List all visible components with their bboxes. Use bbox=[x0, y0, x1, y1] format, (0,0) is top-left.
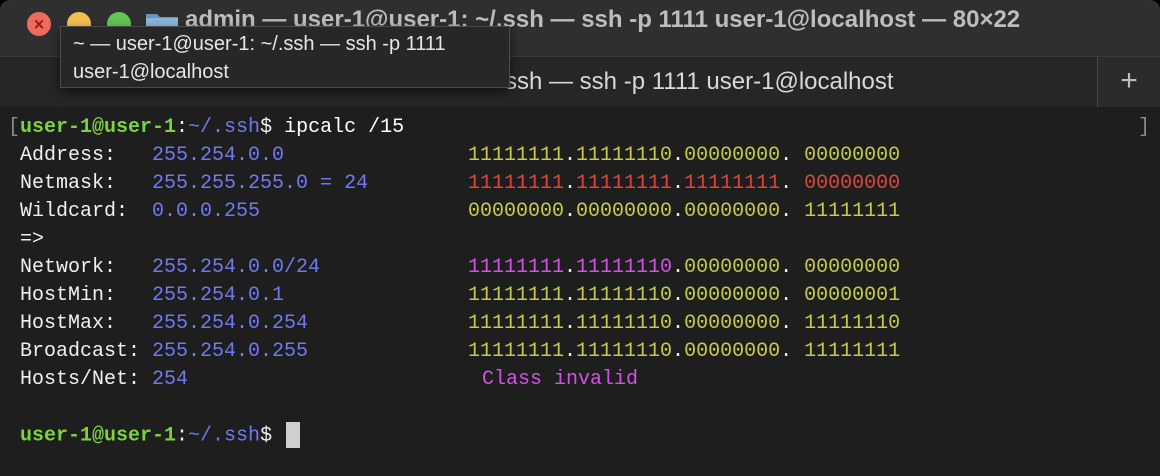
hostmax-b3: 00000000 bbox=[684, 312, 781, 335]
new-tab-button[interactable]: + bbox=[1097, 57, 1160, 107]
netmask-b4: 00000000 bbox=[804, 172, 901, 195]
hostmin-b2: 11111110 bbox=[576, 284, 673, 307]
arrow-row: => bbox=[20, 226, 44, 254]
hostmax-b1: 11111111 bbox=[468, 312, 565, 335]
title-tooltip: ~ — user-1@user-1: ~/.ssh — ssh -p 1111 … bbox=[60, 26, 510, 88]
hostmin-b4: 00000001 bbox=[804, 284, 901, 307]
network-b2: 11111110 bbox=[576, 256, 673, 279]
hostmax-b4: 11111110 bbox=[804, 312, 901, 335]
hostmax-value: 255.254.0.254 bbox=[152, 312, 309, 335]
network-label: Network: bbox=[20, 256, 153, 279]
address-b1: 11111111 bbox=[468, 144, 565, 167]
text-cursor bbox=[286, 422, 301, 448]
tooltip-line-2: user-1@localhost bbox=[73, 61, 229, 83]
netmask-b2: 11111111 bbox=[576, 172, 673, 195]
arrow-text: => bbox=[20, 228, 45, 251]
command-line: user-1@user-1:~/.ssh$ ipcalc /15 bbox=[20, 114, 404, 142]
wildcard-value: 0.0.0.255 bbox=[152, 200, 261, 223]
broadcast-label: Broadcast: bbox=[20, 340, 153, 363]
class-note: Class invalid bbox=[482, 368, 639, 391]
current-prompt-user: user-1@user-1 bbox=[20, 424, 177, 448]
prompt-dollar: $ bbox=[260, 116, 273, 139]
hostmin-label: HostMin: bbox=[20, 284, 153, 307]
prompt-path: ~/.ssh bbox=[188, 116, 261, 139]
plus-icon: + bbox=[1120, 64, 1138, 97]
network-b4: 00000000 bbox=[804, 256, 901, 279]
current-prompt-path: ~/.ssh bbox=[188, 424, 261, 448]
prompt-user: user-1@user-1 bbox=[20, 116, 177, 139]
hostmax-label: HostMax: bbox=[20, 312, 153, 335]
broadcast-row: Broadcast: 255.254.0.255 11111111.1111111… bbox=[20, 340, 901, 363]
hostmin-b1: 11111111 bbox=[468, 284, 565, 307]
network-row: Network: 255.254.0.0/24 11111111.11111110… bbox=[20, 256, 901, 279]
terminal-window: × admin — user-1@user-1: ~/.ssh — ssh -p… bbox=[0, 0, 1160, 476]
address-label: Address: bbox=[20, 144, 153, 167]
hosts-value: 254 bbox=[152, 368, 189, 391]
hostmin-value: 255.254.0.1 bbox=[152, 284, 285, 307]
netmask-b1: 11111111 bbox=[468, 172, 565, 195]
current-prompt-dollar: $ bbox=[260, 424, 273, 448]
prompt-colon: : bbox=[176, 116, 189, 139]
wildcard-b3: 00000000 bbox=[684, 200, 781, 223]
hosts-label: Hosts/Net: bbox=[20, 368, 153, 391]
wildcard-row: Wildcard: 0.0.0.255 00000000.00000000.000… bbox=[20, 200, 901, 223]
netmask-b3: 11111111 bbox=[684, 172, 781, 195]
wildcard-b4: 11111111 bbox=[804, 200, 901, 223]
left-bracket: [ bbox=[8, 116, 21, 139]
hostmax-b2: 11111110 bbox=[576, 312, 673, 335]
hosts-row: Hosts/Net: 254 Class invalid bbox=[20, 366, 638, 394]
address-value: 255.254.0.0 bbox=[152, 144, 285, 167]
wildcard-b2: 00000000 bbox=[576, 200, 673, 223]
network-b1: 11111111 bbox=[468, 256, 565, 279]
broadcast-b3: 00000000 bbox=[684, 340, 781, 363]
netmask-row: Netmask: 255.255.255.0 = 24 11111111.1111… bbox=[20, 172, 901, 195]
hostmin-b3: 00000000 bbox=[684, 284, 781, 307]
current-prompt-colon: : bbox=[176, 424, 189, 448]
address-b4: 00000000 bbox=[804, 144, 901, 167]
netmask-value: 255.255.255.0 = 24 bbox=[152, 172, 369, 195]
address-b3: 00000000 bbox=[684, 144, 781, 167]
broadcast-b2: 11111110 bbox=[576, 340, 673, 363]
broadcast-b4: 11111111 bbox=[804, 340, 901, 363]
broadcast-value: 255.254.0.255 bbox=[152, 340, 309, 363]
command-text: ipcalc /15 bbox=[284, 116, 405, 139]
hostmin-row: HostMin: 255.254.0.1 11111111.11111110.00… bbox=[20, 284, 901, 307]
terminal-output[interactable]: [ ] user-1@user-1:~/.ssh$ ipcalc /15 Add… bbox=[0, 107, 1160, 476]
netmask-label: Netmask: bbox=[20, 172, 153, 195]
tooltip-line-1: ~ — user-1@user-1: ~/.ssh — ssh -p 1111 bbox=[73, 33, 446, 55]
close-icon: × bbox=[32, 15, 46, 33]
hostmax-row: HostMax: 255.254.0.254 11111111.11111110.… bbox=[20, 312, 901, 335]
address-row: Address: 255.254.0.0 11111111.11111110.00… bbox=[20, 144, 901, 167]
network-b3: 00000000 bbox=[684, 256, 781, 279]
wildcard-label: Wildcard: bbox=[20, 200, 153, 223]
wildcard-b1: 00000000 bbox=[468, 200, 565, 223]
current-prompt-line[interactable]: user-1@user-1:~/.ssh$ bbox=[20, 422, 301, 450]
address-b2: 11111110 bbox=[576, 144, 673, 167]
broadcast-b1: 11111111 bbox=[468, 340, 565, 363]
network-value: 255.254.0.0/24 bbox=[152, 256, 321, 279]
tab-ssh[interactable]: ssh — ssh -p 1111 user-1@localhost bbox=[505, 68, 894, 96]
right-bracket: ] bbox=[1138, 116, 1151, 139]
